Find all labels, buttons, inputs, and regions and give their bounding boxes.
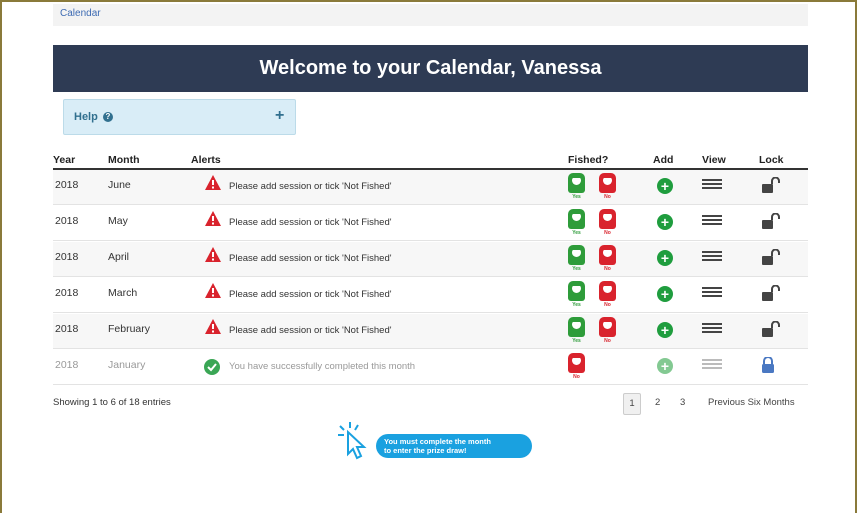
prize-draw-banner: You must complete the month to enter the… xyxy=(336,420,536,460)
breadcrumb: Calendar xyxy=(53,4,808,26)
header-lock: Lock xyxy=(759,154,784,166)
help-label: Help xyxy=(74,111,98,123)
view-list-icon[interactable] xyxy=(702,287,722,301)
question-icon: ? xyxy=(102,112,113,122)
view-list-icon[interactable] xyxy=(702,215,722,229)
page-2-button[interactable]: 2 xyxy=(655,393,660,413)
add-session-button[interactable]: + xyxy=(657,286,673,302)
lock-open-icon[interactable] xyxy=(761,213,781,229)
header-fished: Fished? xyxy=(568,154,609,166)
pointer-icon xyxy=(338,422,367,460)
year-cell: 2018 xyxy=(55,359,79,371)
month-cell: February xyxy=(108,323,151,335)
table-row: 2018 January You have successfully complet… xyxy=(53,350,808,385)
add-session-button[interactable]: + xyxy=(657,358,673,374)
add-session-button[interactable]: + xyxy=(657,322,673,338)
lock-open-icon[interactable] xyxy=(761,321,781,337)
fished-no-button[interactable]: No xyxy=(599,281,616,308)
table-row: 2018 May Please add session or tick 'Not F… xyxy=(53,206,808,241)
year-cell: 2018 xyxy=(55,179,79,191)
view-list-icon[interactable] xyxy=(702,323,722,337)
month-cell: January xyxy=(108,359,146,371)
table-info: Showing 1 to 6 of 18 entries xyxy=(53,397,171,408)
year-cell: 2018 xyxy=(55,215,79,227)
year-cell: 2018 xyxy=(55,251,79,263)
month-cell: June xyxy=(108,179,131,191)
fished-yes-button[interactable]: Yes xyxy=(568,209,585,236)
alert-message: Please add session or tick 'Not Fished' xyxy=(229,325,392,336)
expand-help-button[interactable]: + xyxy=(275,107,284,125)
table-row: 2018 June Please add session or tick 'Not … xyxy=(53,170,808,205)
year-cell: 2018 xyxy=(55,323,79,335)
page-title: Welcome to your Calendar, Vanessa xyxy=(53,45,808,92)
view-list-icon[interactable] xyxy=(702,251,722,265)
fished-yes-button[interactable]: Yes xyxy=(568,281,585,308)
table-header: Year Month Alerts Fished? Add View Lock xyxy=(53,152,808,170)
previous-six-months-button[interactable]: Previous Six Months xyxy=(708,393,795,413)
table-row: 2018 February Please add session or tick '… xyxy=(53,314,808,349)
prize-draw-message: You must complete the month to enter the… xyxy=(376,434,532,458)
lock-open-icon[interactable] xyxy=(761,249,781,265)
check-circle-icon xyxy=(204,359,220,375)
header-view: View xyxy=(702,154,726,166)
help-panel[interactable]: Help ? + xyxy=(63,99,296,135)
header-alerts: Alerts xyxy=(191,154,221,166)
fished-no-button[interactable]: No xyxy=(599,173,616,200)
lock-open-icon[interactable] xyxy=(761,285,781,301)
warning-icon xyxy=(205,247,221,262)
alert-message: Please add session or tick 'Not Fished' xyxy=(229,181,392,192)
breadcrumb-calendar-link[interactable]: Calendar xyxy=(60,8,101,19)
lock-open-icon[interactable] xyxy=(761,177,781,193)
month-cell: April xyxy=(108,251,130,263)
fished-yes-button[interactable]: Yes xyxy=(568,317,585,344)
header-year: Year xyxy=(53,154,76,166)
header-add: Add xyxy=(653,154,674,166)
header-month: Month xyxy=(108,154,140,166)
warning-icon xyxy=(205,175,221,190)
year-cell: 2018 xyxy=(55,287,79,299)
table-row: 2018 April Please add session or tick 'Not… xyxy=(53,242,808,277)
alert-message: Please add session or tick 'Not Fished' xyxy=(229,217,392,228)
fished-no-button[interactable]: No xyxy=(599,317,616,344)
warning-icon xyxy=(205,211,221,226)
lock-closed-icon[interactable] xyxy=(761,357,775,373)
alert-message: Please add session or tick 'Not Fished' xyxy=(229,253,392,264)
view-list-icon[interactable] xyxy=(702,359,722,373)
page-3-button[interactable]: 3 xyxy=(680,393,685,413)
month-cell: May xyxy=(108,215,128,227)
warning-icon xyxy=(205,319,221,334)
add-session-button[interactable]: + xyxy=(657,250,673,266)
table-row: 2018 March Please add session or tick 'Not… xyxy=(53,278,808,313)
fished-yes-button[interactable]: Yes xyxy=(568,245,585,272)
alert-message: Please add session or tick 'Not Fished' xyxy=(229,289,392,300)
page-1-button[interactable]: 1 xyxy=(623,393,641,415)
fished-yes-button[interactable]: Yes xyxy=(568,173,585,200)
add-session-button[interactable]: + xyxy=(657,214,673,230)
view-list-icon[interactable] xyxy=(702,179,722,193)
warning-icon xyxy=(205,283,221,298)
alert-message: You have successfully completed this mon… xyxy=(229,361,416,372)
fished-no-button[interactable]: No xyxy=(568,353,585,380)
month-cell: March xyxy=(108,287,138,299)
fished-no-button[interactable]: No xyxy=(599,209,616,236)
fished-no-button[interactable]: No xyxy=(599,245,616,272)
add-session-button[interactable]: + xyxy=(657,178,673,194)
